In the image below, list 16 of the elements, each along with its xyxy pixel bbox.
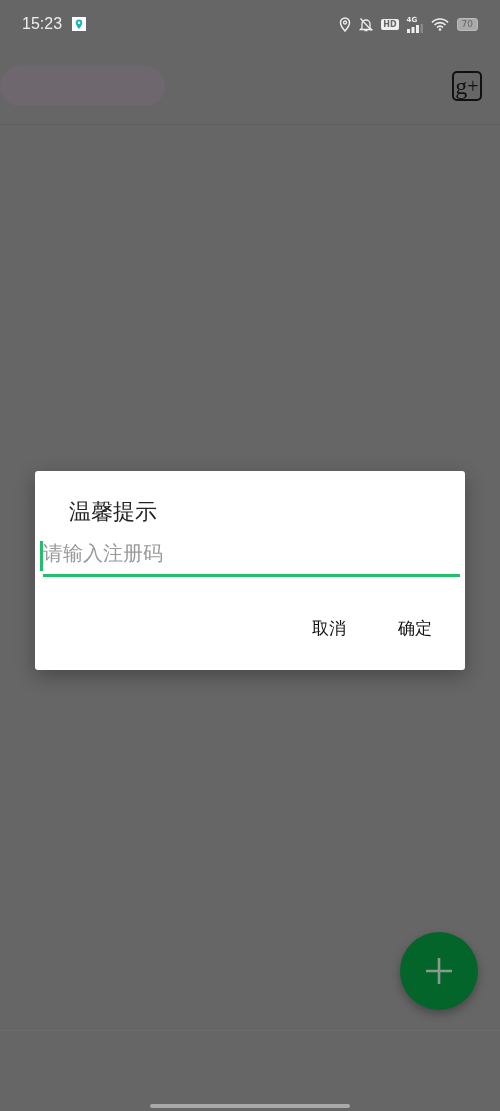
status-time: 15:23 (22, 15, 63, 33)
dialog-title: 温馨提示 (68, 498, 158, 526)
dialog-button[interactable]: 取消 (296, 607, 362, 650)
wifi-icon (430, 17, 449, 31)
plus-icon (424, 956, 454, 986)
signal-icon (406, 23, 423, 33)
add-button[interactable] (400, 932, 478, 1010)
map-pin-app-icon (72, 17, 87, 31)
home-indicator[interactable] (150, 1104, 350, 1108)
location-icon (339, 16, 352, 32)
text-cursor (40, 541, 43, 571)
input-field[interactable]: 请输入注册码 (43, 537, 460, 577)
hd-badge: HD (381, 18, 399, 30)
battery-indicator: 70 (456, 17, 478, 31)
bell-muted-icon (359, 16, 374, 32)
dialog-button[interactable]: 确定 (382, 607, 448, 650)
